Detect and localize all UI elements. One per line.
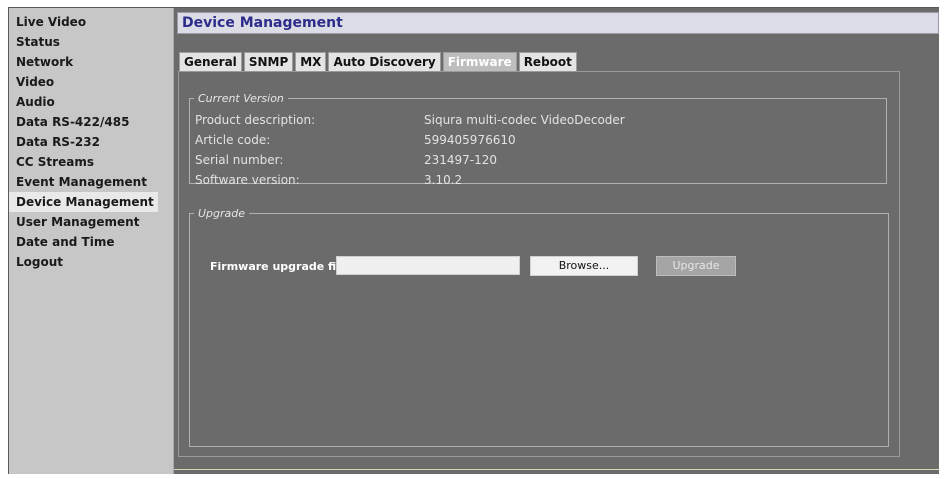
tab-mx[interactable]: MX (295, 52, 327, 72)
sidebar-item-network[interactable]: Network (9, 52, 173, 72)
sidebar-item-date-and-time[interactable]: Date and Time (9, 232, 173, 252)
tab-bar: General SNMP MX Auto Discovery Firmware … (179, 52, 579, 72)
tab-firmware[interactable]: Firmware (442, 52, 517, 72)
bottom-divider (174, 469, 939, 470)
sidebar-item-audio[interactable]: Audio (9, 92, 173, 112)
sidebar-item-data-rs-422-485[interactable]: Data RS-422/485 (9, 112, 173, 132)
current-version-group: Current Version Product description: Siq… (189, 92, 887, 187)
product-description-label: Product description: (195, 113, 316, 127)
product-description-value: Siqura multi-codec VideoDecoder (424, 113, 625, 127)
page-title: Device Management (182, 15, 343, 31)
serial-number-value: 231497-120 (424, 153, 498, 167)
tab-snmp[interactable]: SNMP (243, 52, 294, 72)
sidebar-item-data-rs-232[interactable]: Data RS-232 (9, 132, 173, 152)
tab-reboot[interactable]: Reboot (518, 52, 577, 72)
software-version-label: Software version: (195, 173, 300, 187)
page-title-bar: Device Management (177, 12, 939, 34)
software-version-value: 3.10.2 (424, 173, 463, 187)
app-frame: Live Video Status Network Video Audio Da… (8, 7, 939, 474)
serial-number-label: Serial number: (195, 153, 284, 167)
upgrade-legend: Upgrade (198, 207, 246, 220)
firmware-file-label: Firmware upgrade file: (210, 260, 352, 273)
sidebar-item-event-management[interactable]: Event Management (9, 172, 173, 192)
sidebar-item-device-management[interactable]: Device Management (9, 192, 158, 212)
sidebar-item-video[interactable]: Video (9, 72, 173, 92)
firmware-panel: Current Version Product description: Siq… (178, 71, 900, 457)
sidebar-nav: Live Video Status Network Video Audio Da… (9, 8, 174, 474)
article-code-value: 599405976610 (424, 133, 516, 147)
sidebar-item-user-management[interactable]: User Management (9, 212, 173, 232)
article-code-label: Article code: (195, 133, 271, 147)
sidebar-item-status[interactable]: Status (9, 32, 173, 52)
upgrade-group: Upgrade Firmware upgrade file: Browse...… (189, 207, 889, 447)
sidebar-item-cc-streams[interactable]: CC Streams (9, 152, 173, 172)
tab-auto-discovery[interactable]: Auto Discovery (328, 52, 441, 72)
tab-general[interactable]: General (179, 52, 242, 72)
sidebar-item-live-video[interactable]: Live Video (9, 12, 173, 32)
upgrade-button[interactable]: Upgrade (656, 256, 736, 276)
current-version-legend: Current Version (198, 92, 284, 105)
firmware-file-input[interactable] (336, 256, 520, 275)
sidebar-item-logout[interactable]: Logout (9, 252, 173, 272)
browse-button[interactable]: Browse... (530, 256, 638, 276)
